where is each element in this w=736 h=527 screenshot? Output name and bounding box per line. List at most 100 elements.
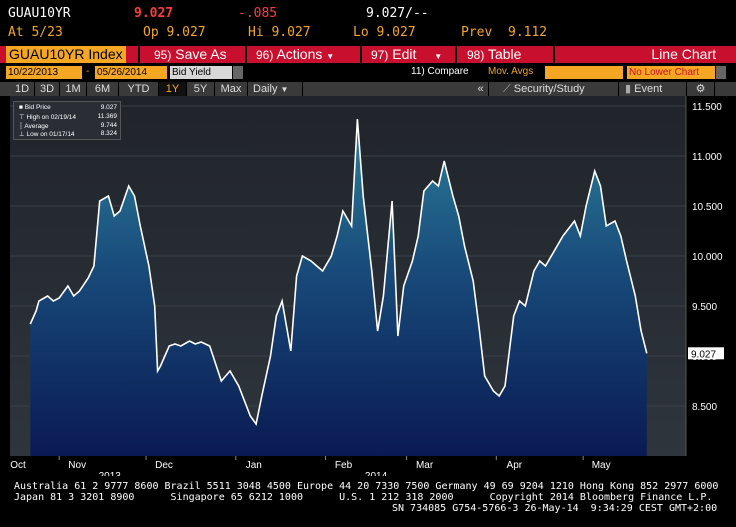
edit-num: 97) — [371, 48, 389, 62]
chart-legend: ■ Bid Price 9.027 ⊤ High on 02/19/14 11.36… — [13, 101, 121, 140]
range-6m[interactable]: 6M — [87, 82, 119, 96]
yield-chart[interactable]: 11.50011.00010.50010.0009.5009.0008.500 … — [10, 96, 736, 476]
legend-high-label: High on 02/19/14 — [26, 114, 76, 121]
start-date-field[interactable]: 10/22/2013 — [6, 66, 82, 79]
high-price: Hi 9.027 — [248, 25, 311, 40]
y-axis-ticks: 11.50011.00010.50010.0009.5009.0008.500 — [692, 102, 723, 413]
menu-bar: GUAU10YR Index 95) Save As 96) Actions ▼… — [0, 46, 736, 63]
prev-price: 9.112 — [508, 25, 548, 40]
x-month-label: Apr — [507, 460, 523, 471]
field-select[interactable]: Bid Yield — [170, 66, 232, 79]
end-date-field[interactable]: 05/26/2014 — [95, 66, 167, 79]
edit-button[interactable]: 97) Edit ▼ — [371, 46, 442, 65]
legend-avg-icon: ┆ — [19, 123, 23, 130]
table-button[interactable]: 98) Table — [467, 46, 521, 64]
legend-bid-swatch: ■ — [19, 104, 23, 111]
range-max[interactable]: Max — [215, 82, 248, 96]
net-change: -.085 — [238, 6, 278, 21]
quote-header-line-1: GUAU10YR 9.027 -.085 9.027/-- — [0, 6, 736, 24]
footer-session: SN 734085 G754-5766-3 26-May-14 9:34:29 … — [392, 503, 718, 514]
quote-header-line-2: At 5/23 Op 9.027 Hi 9.027 Lo 9.027 Prev … — [0, 25, 736, 43]
y-tick-label: 10.500 — [692, 202, 723, 213]
legend-high-icon: ⊤ — [19, 114, 25, 121]
save-as-button[interactable]: 95) Save As — [154, 46, 227, 64]
table-num: 98) — [467, 48, 485, 62]
x-month-label: Oct — [10, 460, 26, 471]
control-bar: 10/22/2013 - 05/26/2014 Bid Yield 11) Co… — [0, 64, 736, 81]
x-month-label: Mar — [416, 460, 434, 471]
event-button[interactable]: ▮ Event — [619, 82, 687, 96]
collapse-icon[interactable]: « — [473, 82, 489, 96]
footer-contacts-2: Japan 81 3 3201 8900 Singapore 65 6212 1… — [14, 492, 713, 503]
x-month-label: Feb — [335, 460, 353, 471]
actions-label: Actions — [276, 46, 323, 62]
range-ytd[interactable]: YTD — [119, 82, 159, 96]
legend-low-label: Low on 01/17/14 — [26, 131, 75, 138]
x-month-label: Dec — [155, 460, 173, 471]
x-year-label: 2013 — [99, 471, 122, 476]
edit-label: Edit — [392, 46, 417, 62]
x-axis-ticks: Oct Nov Dec Jan Feb Mar Apr May 2013 2014 — [10, 456, 611, 476]
mov-avgs-field[interactable] — [545, 66, 623, 79]
last-value-label: 9.027 — [691, 349, 716, 360]
x-year-label: 2014 — [365, 471, 388, 476]
actions-dropdown-icon: ▼ — [326, 52, 335, 61]
legend-avg-row: ┆ Average 9.744 — [19, 122, 117, 130]
prev-label: Prev — [461, 25, 493, 40]
legend-avg-value: 9.744 — [100, 122, 117, 129]
range-5y[interactable]: 5Y — [187, 82, 215, 96]
last-price: 9.027 — [134, 6, 174, 21]
compare-button[interactable]: 11) Compare — [411, 66, 469, 77]
legend-avg-label: Average — [24, 123, 49, 130]
y-tick-label: 8.500 — [692, 402, 717, 413]
save-as-label: Save As — [175, 46, 227, 62]
event-icon: ▮ — [625, 83, 632, 95]
table-label: Table — [487, 46, 522, 62]
actions-num: 96) — [256, 48, 274, 62]
footer: Australia 61 2 9777 8600 Brazil 5511 304… — [0, 481, 736, 527]
y-tick-label: 11.000 — [692, 152, 722, 163]
range-1m[interactable]: 1M — [60, 82, 87, 96]
event-label: Event — [634, 83, 663, 95]
period-select[interactable]: Daily ▼ — [248, 82, 303, 96]
open-price: Op 9.027 — [143, 25, 206, 40]
legend-low-row: ⊥ Low on 01/17/14 8.324 — [19, 130, 117, 138]
y-tick-label: 11.500 — [692, 102, 722, 113]
field-dropdown-icon[interactable] — [233, 66, 243, 79]
range-1d[interactable]: 1D — [10, 82, 35, 96]
legend-high-value: 11.369 — [97, 113, 117, 120]
legend-bid-row: ■ Bid Price 9.027 — [19, 104, 117, 111]
actions-button[interactable]: 96) Actions ▼ — [256, 46, 334, 65]
y-tick-label: 10.000 — [692, 252, 723, 263]
edit-dropdown-icon: ▼ — [434, 52, 443, 61]
range-bar: 1D 3D 1M 6M YTD 1Y 5Y Max Daily ▼ « ⟋ Se… — [0, 82, 736, 96]
chart-line-icon: ⟋ — [503, 83, 511, 95]
low-price: Lo 9.027 — [353, 25, 416, 40]
period-label: Daily — [253, 83, 278, 95]
ticker-symbol: GUAU10YR — [8, 6, 71, 21]
lower-chart-select[interactable]: No Lower Chart — [627, 66, 715, 79]
legend-high-row: ⊤ High on 02/19/14 11.369 — [19, 113, 117, 121]
x-month-label: May — [592, 460, 611, 471]
as-of-date: At 5/23 — [8, 25, 63, 40]
range-3d[interactable]: 3D — [35, 82, 60, 96]
y-tick-label: 9.500 — [692, 302, 717, 313]
mov-avgs-button[interactable]: Mov. Avgs — [488, 66, 533, 77]
settings-gear-icon[interactable]: ⚙ — [687, 82, 715, 96]
x-month-label: Jan — [246, 460, 262, 471]
legend-low-icon: ⊥ — [19, 131, 25, 138]
legend-low-value: 8.324 — [100, 130, 117, 137]
period-dropdown-icon: ▼ — [280, 85, 289, 94]
security-study-button[interactable]: ⟋ Security/Study — [489, 82, 619, 96]
footer-contacts-1: Australia 61 2 9777 8600 Brazil 5511 304… — [14, 481, 719, 492]
legend-bid-value: 9.027 — [100, 104, 117, 111]
legend-bid-label: Bid Price — [24, 104, 51, 111]
range-1y[interactable]: 1Y — [159, 82, 187, 96]
save-as-num: 95) — [154, 48, 172, 62]
security-label[interactable]: GUAU10YR Index — [6, 46, 126, 63]
security-study-label: Security/Study — [513, 83, 585, 95]
lower-chart-dropdown-icon[interactable] — [716, 66, 726, 79]
bid-ask: 9.027/-- — [366, 6, 429, 21]
date-range-dash: - — [86, 66, 90, 77]
chart-type-label[interactable]: Line Chart — [651, 46, 716, 63]
